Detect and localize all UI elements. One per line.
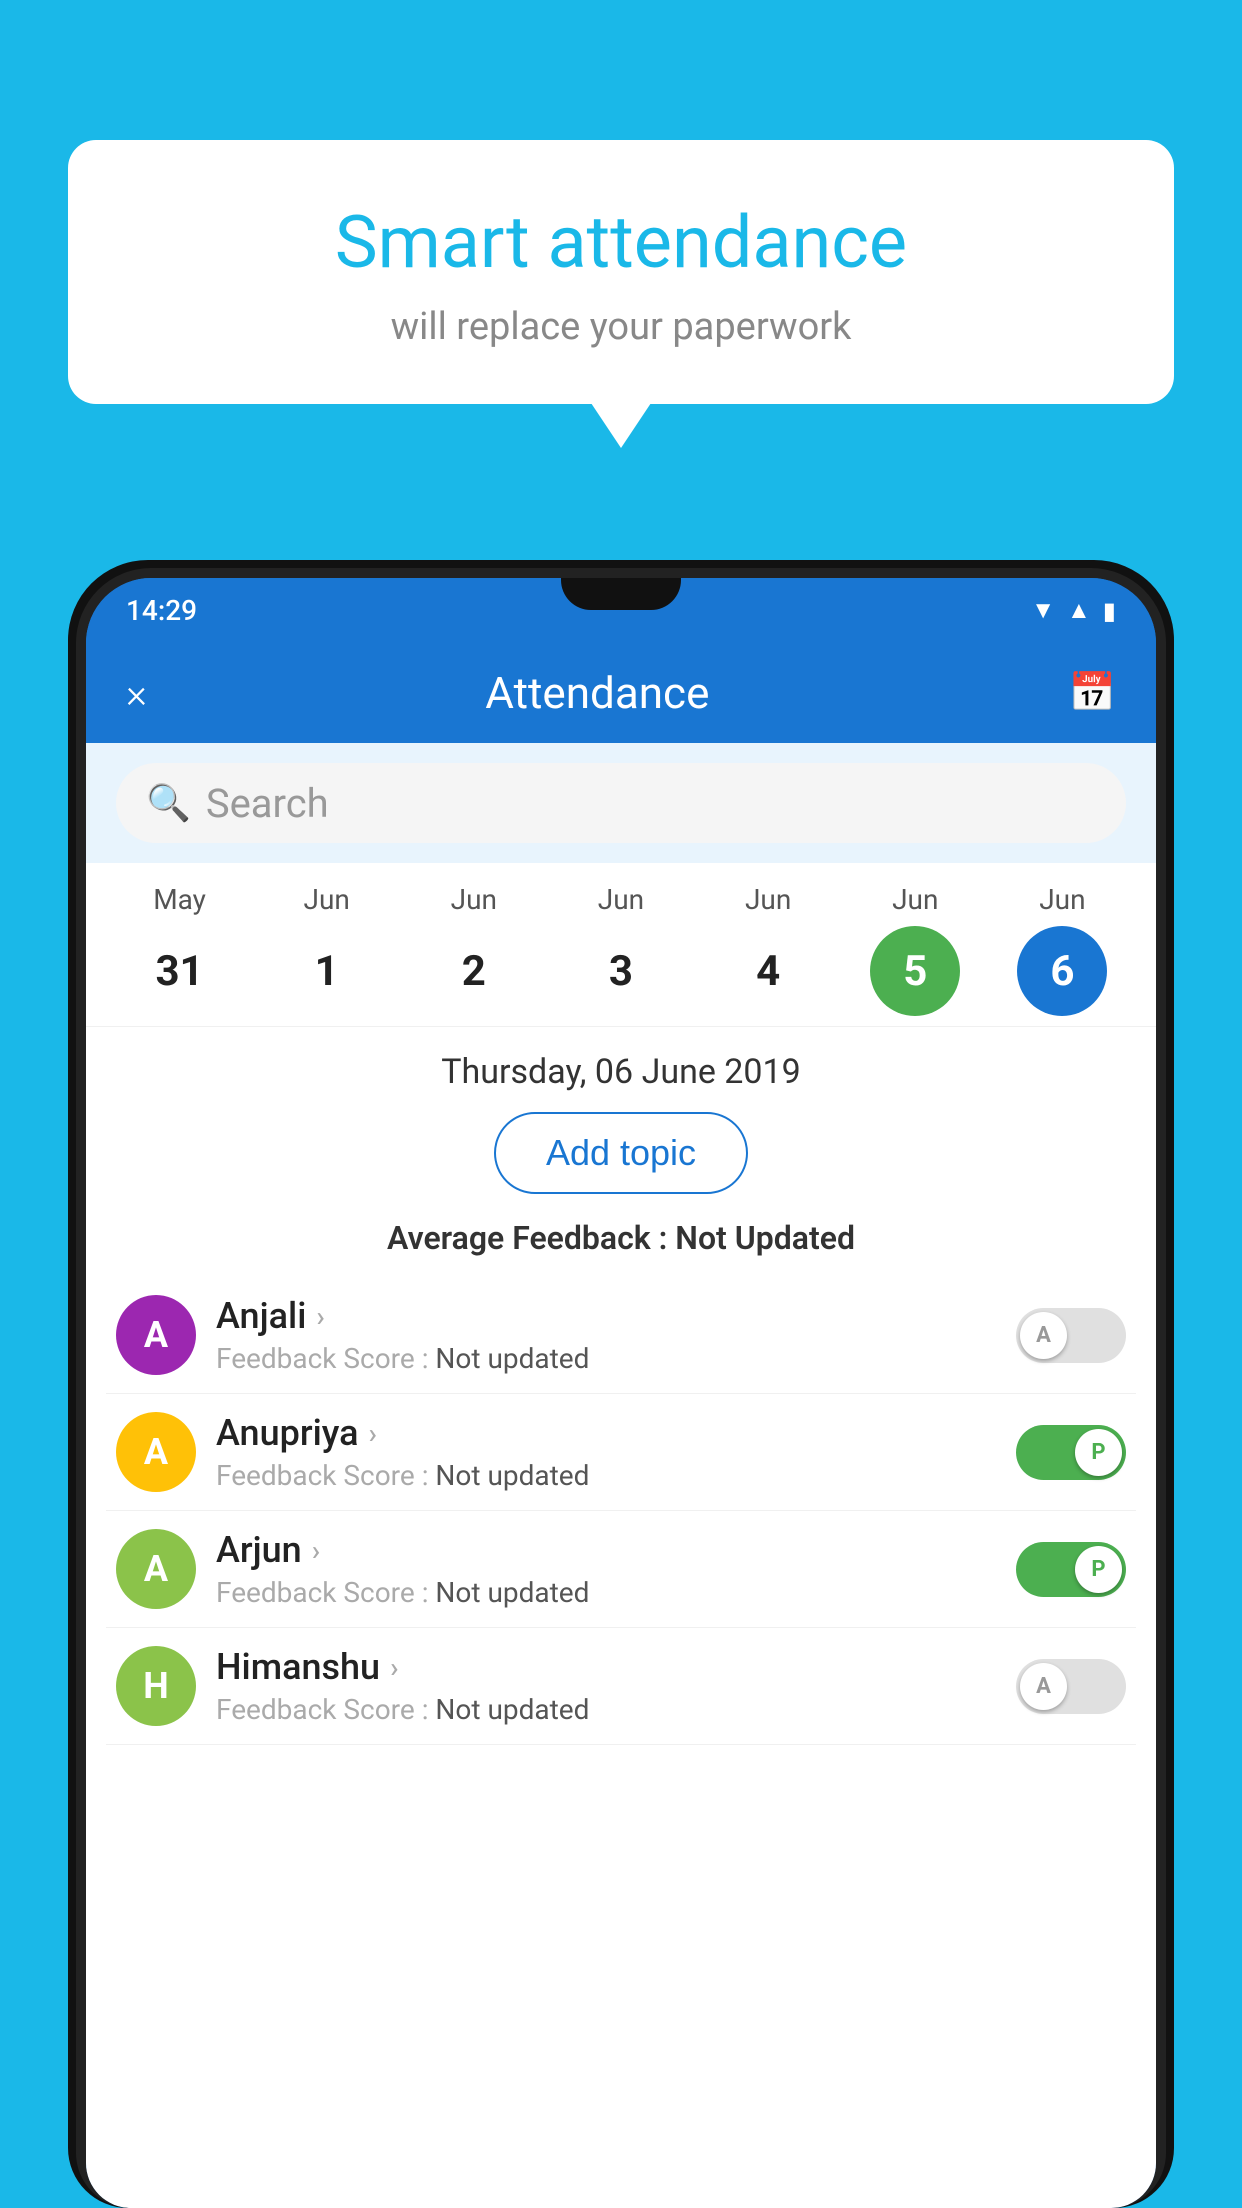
calendar-date-number[interactable]: 5 <box>870 926 960 1016</box>
chevron-right-icon: › <box>312 1534 320 1567</box>
calendar-date-number[interactable]: 3 <box>576 926 666 1016</box>
chevron-right-icon: › <box>316 1300 324 1333</box>
student-item[interactable]: H Himanshu › Feedback Score : Not updated A <box>106 1628 1136 1745</box>
speech-bubble-subtitle: will replace your paperwork <box>118 305 1124 349</box>
student-name: Anjali › <box>216 1295 996 1337</box>
phone-inner: 14:29 ▼ ▲ ▮ × Attendance 📅 🔍 <box>76 568 1166 2208</box>
student-name: Arjun › <box>216 1529 996 1571</box>
calendar-day[interactable]: Jun 2 <box>424 883 524 1016</box>
phone-notch <box>561 578 681 610</box>
student-avatar: H <box>116 1646 196 1726</box>
signal-icon: ▲ <box>1067 596 1091 625</box>
student-info: Arjun › Feedback Score : Not updated <box>216 1529 996 1609</box>
wifi-icon: ▼ <box>1031 596 1055 625</box>
attendance-toggle[interactable]: P <box>1016 1542 1126 1597</box>
student-list: AAnjali ›Feedback Score : Not updatedAAA… <box>86 1277 1156 1745</box>
chevron-right-icon: › <box>369 1417 377 1450</box>
status-icons: ▼ ▲ ▮ <box>1031 596 1116 625</box>
speech-bubble-container: Smart attendance will replace your paper… <box>68 140 1174 404</box>
app-content: 🔍 Search May 31 Jun 1 Jun 2 Jun 3 Jun 4 Jun 5 Jun 6 T… <box>86 743 1156 2208</box>
attendance-toggle[interactable]: P <box>1016 1425 1126 1480</box>
toggle-switch[interactable]: P <box>1016 1425 1126 1480</box>
student-info: Himanshu › Feedback Score : Not updated <box>216 1646 996 1726</box>
attendance-toggle[interactable]: A <box>1016 1308 1126 1363</box>
calendar-date-number[interactable]: 2 <box>429 926 519 1016</box>
student-item[interactable]: A Arjun › Feedback Score : Not updated P <box>106 1511 1136 1628</box>
avg-feedback: Average Feedback : Not Updated <box>86 1214 1156 1277</box>
toggle-switch[interactable]: A <box>1016 1659 1126 1714</box>
student-item[interactable]: A Anjali › Feedback Score : Not updated A <box>106 1277 1136 1394</box>
student-feedback: Feedback Score : Not updated <box>216 1576 996 1609</box>
calendar-strip: May 31 Jun 1 Jun 2 Jun 3 Jun 4 Jun 5 Jun 6 <box>86 863 1156 1027</box>
calendar-month-label: May <box>153 883 206 916</box>
calendar-day[interactable]: Jun 1 <box>277 883 377 1016</box>
toggle-knob: A <box>1020 1663 1067 1710</box>
selected-date: Thursday, 06 June 2019 <box>86 1027 1156 1107</box>
avg-feedback-label: Average Feedback : <box>387 1219 667 1257</box>
calendar-day[interactable]: May 31 <box>130 883 230 1016</box>
toggle-knob: P <box>1075 1429 1122 1476</box>
calendar-day[interactable]: Jun 5 <box>865 883 965 1016</box>
student-avatar: A <box>116 1295 196 1375</box>
student-item[interactable]: A Anupriya › Feedback Score : Not updated P <box>106 1394 1136 1511</box>
chevron-right-icon: › <box>390 1651 398 1684</box>
student-info: Anupriya › Feedback Score : Not updated <box>216 1412 996 1492</box>
calendar-month-label: Jun <box>598 883 644 916</box>
calendar-date-number[interactable]: 4 <box>723 926 813 1016</box>
search-bar-container: 🔍 Search <box>86 743 1156 863</box>
calendar-date-number[interactable]: 1 <box>282 926 372 1016</box>
app-header: × Attendance 📅 <box>86 643 1156 743</box>
search-icon: 🔍 <box>146 782 191 824</box>
calendar-month-label: Jun <box>745 883 791 916</box>
calendar-icon[interactable]: 📅 <box>1069 671 1116 715</box>
calendar-day[interactable]: Jun 4 <box>718 883 818 1016</box>
toggle-switch[interactable]: P <box>1016 1542 1126 1597</box>
calendar-month-label: Jun <box>304 883 350 916</box>
student-avatar: A <box>116 1412 196 1492</box>
calendar-month-label: Jun <box>451 883 497 916</box>
battery-icon: ▮ <box>1103 597 1116 625</box>
student-info: Anjali › Feedback Score : Not updated <box>216 1295 996 1375</box>
calendar-month-label: Jun <box>892 883 938 916</box>
student-feedback: Feedback Score : Not updated <box>216 1693 996 1726</box>
search-placeholder: Search <box>206 780 329 827</box>
search-bar[interactable]: 🔍 Search <box>116 763 1126 843</box>
toggle-knob: A <box>1020 1312 1067 1359</box>
student-name: Himanshu › <box>216 1646 996 1688</box>
app-title: Attendance <box>126 667 1069 719</box>
toggle-knob: P <box>1075 1546 1122 1593</box>
student-name: Anupriya › <box>216 1412 996 1454</box>
phone-screen: 14:29 ▼ ▲ ▮ × Attendance 📅 🔍 <box>86 578 1156 2208</box>
calendar-date-number[interactable]: 31 <box>135 926 225 1016</box>
phone-frame: 14:29 ▼ ▲ ▮ × Attendance 📅 🔍 <box>68 560 1174 2208</box>
add-topic-container: Add topic <box>86 1107 1156 1214</box>
toggle-switch[interactable]: A <box>1016 1308 1126 1363</box>
student-avatar: A <box>116 1529 196 1609</box>
status-time: 14:29 <box>126 594 197 627</box>
student-feedback: Feedback Score : Not updated <box>216 1342 996 1375</box>
add-topic-button[interactable]: Add topic <box>494 1112 748 1194</box>
calendar-month-label: Jun <box>1039 883 1085 916</box>
speech-bubble-title: Smart attendance <box>118 200 1124 285</box>
calendar-date-number[interactable]: 6 <box>1017 926 1107 1016</box>
avg-feedback-value: Not Updated <box>675 1219 855 1257</box>
student-feedback: Feedback Score : Not updated <box>216 1459 996 1492</box>
attendance-toggle[interactable]: A <box>1016 1659 1126 1714</box>
speech-bubble: Smart attendance will replace your paper… <box>68 140 1174 404</box>
calendar-day[interactable]: Jun 6 <box>1012 883 1112 1016</box>
calendar-day[interactable]: Jun 3 <box>571 883 671 1016</box>
